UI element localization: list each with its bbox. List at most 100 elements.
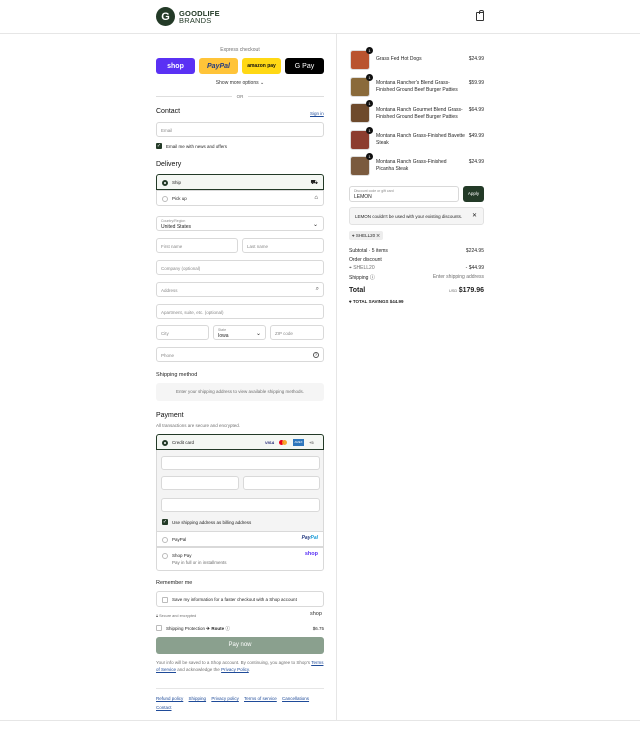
privacy-policy-link[interactable]: Privacy Policy [221,667,249,672]
product-price: $24.99 [468,56,484,62]
product-price: $49.99 [468,133,484,139]
total-value: $179.96 [458,287,484,294]
save-info-option[interactable]: Save my information for a faster checkou… [156,591,324,607]
phone-field[interactable]: Phone ? [156,347,324,362]
expiration-field[interactable] [161,476,239,490]
apply-button[interactable]: Apply [463,186,484,202]
google-pay-button[interactable]: G Pay [285,58,324,74]
help-icon[interactable]: ? [313,352,319,358]
news-checkbox-label: Email me with news and offers [166,144,227,149]
ship-option[interactable]: Ship ⛟ [156,174,324,190]
pay-now-button[interactable]: Pay now [156,637,324,654]
brand-logo[interactable]: G GOODLIFE BRANDS [156,7,220,26]
paypal-button[interactable]: PayPal [199,58,238,74]
city-field[interactable]: City [156,325,209,340]
ship-radio[interactable] [162,180,168,186]
pickup-label: Pick up [172,196,187,201]
shipping-method-message: Enter your shipping address to view avai… [156,383,324,401]
apartment-field[interactable]: Apartment, suite, etc. (optional) [156,304,324,319]
discount-error-banner: LEMON couldn't be used with your existin… [349,207,484,225]
zip-field[interactable]: ZIP code [270,325,324,340]
pickup-radio[interactable] [162,196,168,202]
sign-in-link[interactable]: Sign in [310,111,324,116]
brand-name: GOODLIFE BRANDS [179,9,220,25]
shop-logo-icon: shop [310,611,322,617]
terms-period: . [248,666,251,672]
store-icon: ⌂ [314,195,318,201]
billing-same-label: Use shipping address as billing address [172,520,252,525]
billing-same-checkbox[interactable]: ✓ [162,519,168,525]
order-discount-row: Order discount [349,257,484,263]
order-discount-label: Order discount [349,257,382,263]
payment-title: Payment [156,412,184,419]
credit-card-option[interactable]: Credit card VISA AMEX +5 [156,434,324,450]
country-label: Country/Region [161,219,186,223]
cancellations-link[interactable]: Cancellations [282,696,309,701]
company-field[interactable]: Company (optional) [156,260,324,275]
terms-text-1: Your info will be saved to a Shop accoun… [156,660,311,665]
close-icon[interactable]: ✕ [472,212,477,219]
brand-name-line2: BRANDS [179,15,212,25]
email-field[interactable]: Email [156,122,324,137]
name-on-card-field[interactable] [161,498,320,512]
ship-label: Ship [172,180,182,185]
terms-of-service-footer-link[interactable]: Terms of service [244,696,277,701]
discount-amount: - $44.99 [465,265,484,271]
credit-card-radio[interactable] [162,440,168,446]
total-row: Total USD $179.96 [349,287,484,297]
contact-link[interactable]: Contact [156,705,172,710]
security-code-field[interactable] [243,476,320,490]
subtotal-label: Subtotal · 5 items [349,248,388,254]
quantity-badge: 1 [366,153,373,160]
applied-discount-tag: ⌖ SHELL20 ✕ [349,231,383,240]
help-icon[interactable]: ⓘ [370,275,375,281]
footer-links: Refund policy Shipping Privacy policy Te… [156,694,324,712]
shopping-bag-icon[interactable] [476,10,484,21]
shop-pay-label: Shop Pay [172,553,192,558]
paypal-radio[interactable] [162,537,168,543]
pickup-option[interactable]: Pick up ⌂ [156,190,324,206]
amazon-pay-button[interactable]: amazon pay [242,58,281,74]
state-select[interactable]: State Iowa ⌄ [213,325,266,340]
divider [156,688,324,689]
first-name-placeholder: First name [161,244,183,249]
discount-code-field[interactable]: Discount code or gift card LEMON [349,186,459,202]
product-name: Montana Rancher's Blend Grass-Finished G… [376,80,458,93]
address-placeholder: Address [161,288,178,293]
paypal-logo-icon: PayPal [301,535,318,541]
shipping-protection-checkbox[interactable] [156,625,162,631]
discount-code-label: Discount code or gift card [354,189,394,193]
route-logo-icon: ✈ Route [206,626,225,631]
show-more-options-button[interactable]: Show more options ⌄ [156,80,324,86]
applied-discount-code: SHELL20 [355,233,376,238]
shop-pay-radio[interactable] [162,553,168,559]
first-name-field[interactable]: First name [156,238,238,253]
refund-policy-link[interactable]: Refund policy [156,696,183,701]
shipping-link[interactable]: Shipping [189,696,207,701]
news-checkbox[interactable]: ✓ [156,143,162,149]
privacy-policy-footer-link[interactable]: Privacy policy [211,696,239,701]
paypal-option[interactable]: PayPal PayPal [156,531,324,547]
save-info-checkbox[interactable] [162,597,168,603]
tag-icon: ⌖ [352,233,355,238]
info-icon[interactable]: ⓘ [225,626,230,631]
last-name-field[interactable]: Last name [242,238,324,253]
shop-logo-icon: shop [304,551,318,557]
shop-pay-sublabel: Pay in full or in installments [172,560,227,565]
shop-pay-option[interactable]: Shop Pay Pay in full or in installments … [156,547,324,571]
shop-pay-button[interactable]: shop [156,58,195,74]
remove-discount-icon[interactable]: ✕ [376,233,379,238]
credit-card-label: Credit card [172,440,195,445]
total-savings-label: TOTAL SAVINGS [352,299,389,304]
terms-text: Your info will be saved to a Shop accoun… [156,660,324,673]
company-placeholder: Company (optional) [161,266,201,271]
address-field[interactable]: Address ⌕ [156,282,324,297]
product-price: $64.99 [468,107,484,113]
or-divider: OR [156,94,324,99]
country-select[interactable]: Country/Region United States ⌄ [156,216,324,231]
route-label: Route [211,626,225,631]
card-number-field[interactable] [161,456,320,470]
chevron-down-icon: ⌄ [255,331,261,337]
shipping-value: Enter shipping address [432,274,484,280]
quantity-badge: 1 [366,100,373,107]
